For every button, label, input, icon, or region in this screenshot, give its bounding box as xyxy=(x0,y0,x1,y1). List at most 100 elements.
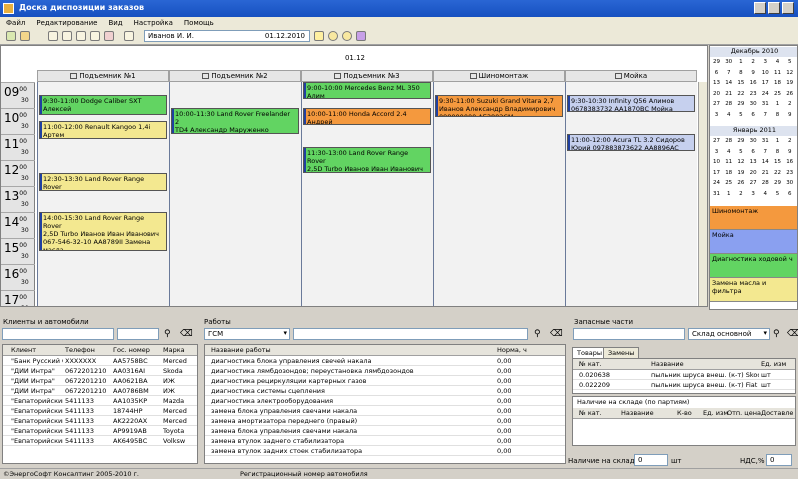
column-header[interactable]: Название xyxy=(621,409,654,417)
calendar-day[interactable]: 1 xyxy=(772,138,783,144)
calendar-day[interactable]: 25 xyxy=(723,180,734,186)
warehouse-select[interactable]: Склад основной ▾ xyxy=(688,328,770,340)
column-header[interactable]: № кат. xyxy=(579,409,602,417)
calendar-day[interactable]: 28 xyxy=(760,180,771,186)
calendar-day[interactable]: 21 xyxy=(760,170,771,176)
calendar-day[interactable]: 31 xyxy=(760,101,771,107)
column-header[interactable]: Норма, ч xyxy=(497,346,527,354)
calendar-day[interactable]: 23 xyxy=(784,170,795,176)
table-row[interactable]: "Евпаторийский 5411133 AA1035КР Mazda xyxy=(3,397,197,406)
client-search-input-2[interactable] xyxy=(117,328,159,340)
calendar-day[interactable]: 29 xyxy=(711,59,722,65)
table-row[interactable]: диагностика электрооборудования 0,00 xyxy=(205,397,565,406)
calendar-day[interactable]: 4 xyxy=(772,59,783,65)
table-row[interactable]: "ДИИ Интра" 0672201210 AA0786ВМ ИЖ xyxy=(3,387,197,396)
calendar-day[interactable]: 4 xyxy=(723,112,734,118)
calendar-day[interactable]: 2 xyxy=(784,101,795,107)
bay-header-2[interactable]: Подъемник №2 xyxy=(169,70,301,82)
calendar-day[interactable]: 26 xyxy=(735,180,746,186)
calendar-day[interactable]: 18 xyxy=(723,170,734,176)
zoom-in-icon[interactable] xyxy=(342,31,352,41)
calendar-day[interactable]: 16 xyxy=(784,159,795,165)
calendar-day[interactable]: 3 xyxy=(711,149,722,155)
column-header[interactable]: Телефон xyxy=(65,346,95,354)
calendar-day[interactable]: 30 xyxy=(748,101,759,107)
calendar-day[interactable]: 6 xyxy=(748,149,759,155)
calendar-day[interactable]: 19 xyxy=(735,170,746,176)
calendar-day[interactable]: 30 xyxy=(723,59,734,65)
table-row[interactable]: "Евпаторийский 5411133 AP9919АВ Toyota xyxy=(3,427,197,436)
bay-header-3[interactable]: Подъемник №3 xyxy=(301,70,433,82)
binoculars-icon[interactable]: ⚲ xyxy=(164,329,171,339)
column-header[interactable]: Доставле xyxy=(761,409,793,417)
table-row[interactable]: диагностика рециркуляции картерных газов… xyxy=(205,377,565,386)
calendar-day[interactable]: 7 xyxy=(760,112,771,118)
client-search-input[interactable] xyxy=(2,328,114,340)
calendar-day[interactable]: 18 xyxy=(772,80,783,86)
zoom-out-icon[interactable] xyxy=(328,31,338,41)
binoculars-icon[interactable]: ⚲ xyxy=(773,329,780,339)
calendar-day[interactable]: 30 xyxy=(784,180,795,186)
binoculars-icon[interactable]: ⚲ xyxy=(534,329,541,339)
calendar-day[interactable]: 9 xyxy=(748,70,759,76)
copy-icon[interactable] xyxy=(62,31,72,41)
stock-quantity-field[interactable]: 0 xyxy=(634,454,668,466)
book-icon[interactable] xyxy=(356,31,366,41)
table-row[interactable]: "ДИИ Интра" 0672201210 AA0316AI Skoda xyxy=(3,367,197,376)
calendar-day[interactable]: 31 xyxy=(760,138,771,144)
calendar-day[interactable]: 3 xyxy=(711,112,722,118)
column-header[interactable]: Гос. номер xyxy=(113,346,150,354)
bay-header-5[interactable]: Мойка xyxy=(565,70,697,82)
calendar-day[interactable]: 9 xyxy=(784,112,795,118)
appointment-card[interactable]: 9:30-11:00 Suzuki Grand Vitara 2,7 Ивано… xyxy=(435,95,563,118)
calendar-day[interactable]: 12 xyxy=(735,159,746,165)
appointment-card[interactable]: 9:30-11:00 Dodge Caliber SXT Алексей 067… xyxy=(39,95,167,115)
key-icon[interactable] xyxy=(20,31,30,41)
calendar-day[interactable]: 4 xyxy=(723,149,734,155)
calendar-month-december[interactable]: Декабрь 2010 xyxy=(710,47,797,57)
schedule-scrollbar[interactable] xyxy=(698,82,707,306)
table-row[interactable]: диагностика лямбдозондов; переустановка … xyxy=(205,367,565,376)
calendar-day[interactable]: 14 xyxy=(723,80,734,86)
menu-file[interactable]: Файл xyxy=(0,17,30,27)
menu-view[interactable]: Вид xyxy=(102,17,127,27)
maximize-button[interactable] xyxy=(768,2,780,14)
appointment-card[interactable]: 10:00-11:00 Honda Accord 2.4 Андрей 0674… xyxy=(303,108,431,125)
calendar-day[interactable]: 27 xyxy=(711,138,722,144)
calendar-day[interactable]: 5 xyxy=(772,191,783,197)
new-document-icon[interactable] xyxy=(48,31,58,41)
table-row[interactable]: диагностика блока управления свечей нака… xyxy=(205,357,565,366)
calendar-day[interactable]: 1 xyxy=(723,191,734,197)
column-header[interactable]: Ед. изм xyxy=(703,409,728,417)
column-header[interactable]: Ед. изм xyxy=(761,360,786,368)
calendar-day[interactable]: 16 xyxy=(748,80,759,86)
paste-icon[interactable] xyxy=(76,31,86,41)
table-row[interactable]: замена блока управления свечами накала 0,… xyxy=(205,407,565,416)
calendar-day[interactable]: 20 xyxy=(711,91,722,97)
print-icon[interactable] xyxy=(124,31,134,41)
appointment-card[interactable]: 12:30-13:30 Land Rover Range Rover 2,5D … xyxy=(39,173,167,192)
calendar-day[interactable]: 31 xyxy=(711,191,722,197)
calendar-day[interactable]: 15 xyxy=(772,159,783,165)
works-search-input[interactable] xyxy=(293,328,528,340)
edit-icon[interactable] xyxy=(90,31,100,41)
bay-header-1[interactable]: Подъемник №1 xyxy=(37,70,169,82)
calendar-day[interactable]: 15 xyxy=(735,80,746,86)
calendar-day[interactable]: 23 xyxy=(748,91,759,97)
calendar-day[interactable]: 17 xyxy=(760,80,771,86)
calendar-day[interactable]: 11 xyxy=(723,159,734,165)
calendar-day[interactable]: 6 xyxy=(784,191,795,197)
calendar-day[interactable]: 12 xyxy=(784,70,795,76)
calendar-day[interactable]: 4 xyxy=(760,191,771,197)
calendar-day[interactable]: 2 xyxy=(784,138,795,144)
calendar-icon[interactable] xyxy=(314,31,324,41)
table-row[interactable]: "Банк Русский СтXXXXXXX AA5758ВС Merced xyxy=(3,357,197,366)
calendar-day[interactable]: 1 xyxy=(735,59,746,65)
appointment-card[interactable]: 9:00-10:00 Mercedes Benz ML 350 Алим 067… xyxy=(303,82,431,99)
clear-filter-icon[interactable]: ⌫ xyxy=(180,329,193,339)
calendar-day[interactable]: 27 xyxy=(748,180,759,186)
calendar-day[interactable]: 13 xyxy=(748,159,759,165)
bay-column-1[interactable] xyxy=(37,82,169,306)
appointment-card[interactable]: 11:30-13:00 Land Rover Range Rover 2,5D … xyxy=(303,147,431,173)
column-header[interactable]: Клиент xyxy=(11,346,36,354)
